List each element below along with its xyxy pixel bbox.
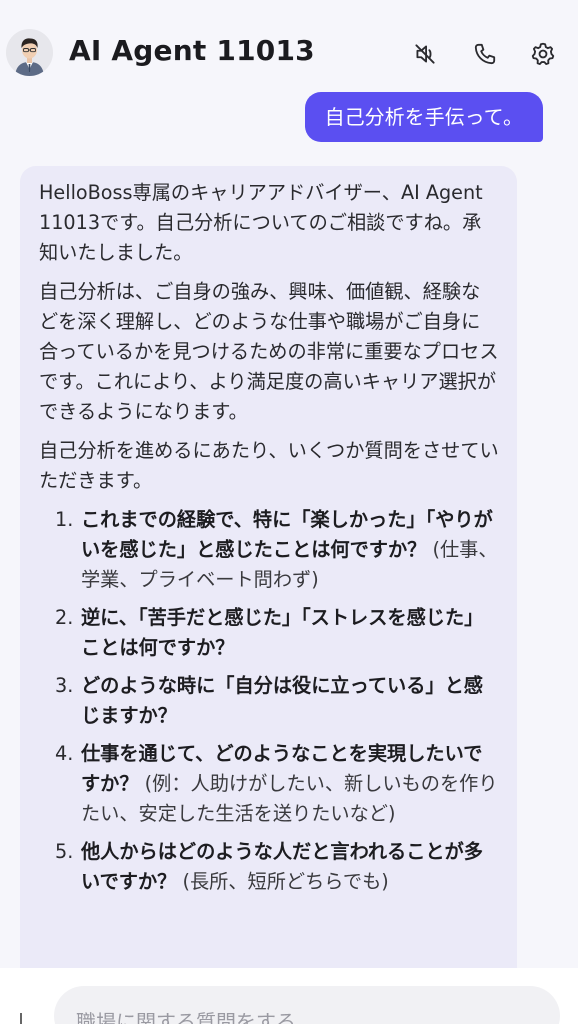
scroll-handle[interactable] — [20, 1013, 22, 1024]
question-item: 4. 仕事を通じて、どのようなことを実現したいですか？ (例：人助けがしたい、新… — [55, 739, 499, 829]
question-item: 1. これまでの経験で、特に「楽しかった」「やりがいを感じた」と感じたことは何で… — [55, 505, 499, 595]
question-item: 2. 逆に、「苦手だと感じた」「ストレスを感じた」ことは何ですか？ — [55, 603, 499, 663]
mute-icon[interactable] — [409, 38, 441, 70]
assistant-paragraph: HelloBoss専属のキャリアアドバイザー、AI Agent 11013です。… — [39, 181, 483, 264]
agent-avatar[interactable] — [6, 29, 53, 76]
question-item: 3. どのような時に「自分は役に立っている」と感じますか？ — [55, 671, 499, 731]
question-number: 1. — [55, 508, 74, 531]
question-text: これまでの経験で、特に「楽しかった」「やりがいを感じた」と感じたことは何ですか？ — [81, 508, 493, 561]
message-input-placeholder: 職場に関する質問をする — [76, 1010, 296, 1024]
chat-app: AI Agent 11013 自己分析を手伝って。 HelloBoss専属のキャ… — [0, 0, 578, 1024]
chat-header: AI Agent 11013 — [0, 0, 578, 100]
settings-icon[interactable] — [527, 38, 559, 70]
question-number: 5. — [55, 840, 74, 863]
assistant-message-bubble: HelloBoss専属のキャリアアドバイザー、AI Agent 11013です。… — [20, 166, 517, 996]
question-note: (長所、短所どちらでも) — [182, 870, 389, 893]
question-list: 1. これまでの経験で、特に「楽しかった」「やりがいを感じた」と感じたことは何で… — [39, 505, 499, 897]
question-number: 2. — [55, 606, 74, 629]
question-text: 逆に、「苦手だと感じた」「ストレスを感じた」ことは何ですか？ — [81, 606, 484, 659]
user-message-bubble: 自己分析を手伝って。 — [304, 92, 543, 142]
assistant-paragraph: 自己分析を進めるにあたり、いくつか質問をさせていただきます。 — [39, 439, 499, 492]
question-text: どのような時に「自分は役に立っている」と感じますか？ — [81, 674, 483, 727]
question-number: 3. — [55, 674, 74, 697]
phone-icon[interactable] — [469, 38, 501, 70]
question-item: 5. 他人からはどのような人だと言われることが多いですか？ (長所、短所どちらで… — [55, 837, 499, 897]
chat-title: AI Agent 11013 — [69, 34, 315, 67]
question-note: (例：人助けがしたい、新しいものを作りたい、安定した生活を送りたいなど) — [81, 772, 498, 825]
question-number: 4. — [55, 742, 74, 765]
assistant-paragraph: 自己分析は、ご自身の強み、興味、価値観、経験などを深く理解し、どのような仕事や職… — [39, 280, 499, 423]
